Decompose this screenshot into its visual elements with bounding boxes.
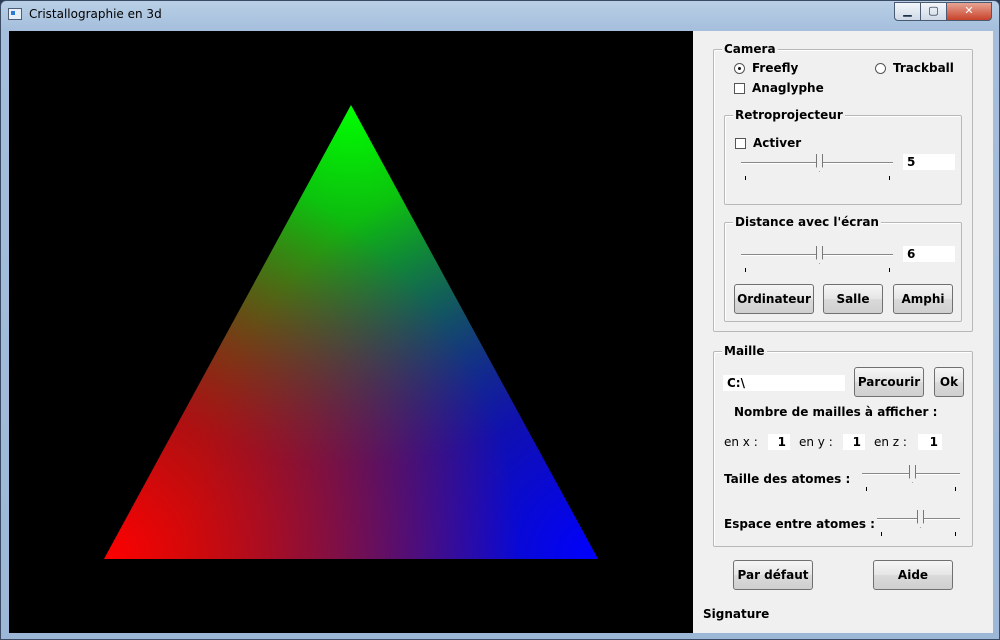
slider-tick <box>889 268 890 272</box>
distance-group: Distance avec l'écran 6 Ordinateur Salle… <box>724 215 962 322</box>
maille-group-title: Maille <box>722 344 767 358</box>
taille-slider-thumb[interactable] <box>909 465 916 483</box>
slider-tick <box>745 268 746 272</box>
title-bar: Cristallographie en 3d ▁ ▢ ✕ <box>1 1 999 31</box>
maximize-button[interactable]: ▢ <box>920 2 947 21</box>
slider-tick <box>955 487 956 491</box>
camera-group: Camera Freefly Trackball Anaglyphe Retro… <box>713 42 973 332</box>
espace-slider-thumb[interactable] <box>917 510 924 528</box>
amphi-button[interactable]: Amphi <box>893 284 953 314</box>
ordinateur-button[interactable]: Ordinateur <box>734 284 814 314</box>
par-defaut-button[interactable]: Par défaut <box>733 560 813 590</box>
y-value-field[interactable]: 1 <box>843 434 865 450</box>
control-panel: Camera Freefly Trackball Anaglyphe Retro… <box>693 31 993 633</box>
z-value-field[interactable]: 1 <box>918 434 942 450</box>
slider-tick <box>745 176 746 180</box>
window-title: Cristallographie en 3d <box>29 7 162 21</box>
signature-label: Signature <box>703 607 770 621</box>
count-label: Nombre de mailles à afficher : <box>734 405 938 419</box>
slider-tick <box>866 487 867 491</box>
close-button[interactable]: ✕ <box>946 2 992 21</box>
espace-label: Espace entre atomes : <box>724 517 875 531</box>
distance-value-field[interactable]: 6 <box>903 246 955 262</box>
app-window: Cristallographie en 3d ▁ ▢ ✕ Camera Free… <box>0 0 1000 640</box>
minimize-button[interactable]: ▁ <box>894 2 921 21</box>
camera-group-title: Camera <box>722 42 778 56</box>
activer-label: Activer <box>753 136 802 150</box>
ok-button[interactable]: Ok <box>934 367 964 397</box>
x-value-field[interactable]: 1 <box>768 434 790 450</box>
anaglyphe-checkbox[interactable] <box>734 83 745 94</box>
maille-group: Maille C:\ Parcourir Ok Nombre de maille… <box>713 344 973 547</box>
retroprojecteur-group: Retroprojecteur Activer 5 <box>724 108 962 205</box>
anaglyphe-label: Anaglyphe <box>752 81 824 95</box>
slider-tick <box>955 532 956 536</box>
path-input[interactable]: C:\ <box>723 375 845 391</box>
taille-label: Taille des atomes : <box>724 472 851 486</box>
x-label: en x : <box>724 435 758 449</box>
opengl-viewport[interactable] <box>9 31 693 633</box>
parcourir-button[interactable]: Parcourir <box>854 367 924 397</box>
rgb-triangle <box>104 105 598 559</box>
distance-slider-thumb[interactable] <box>816 246 823 264</box>
slider-tick <box>889 176 890 180</box>
client-area: Camera Freefly Trackball Anaglyphe Retro… <box>9 31 993 633</box>
freefly-radio[interactable] <box>734 63 745 74</box>
retroprojecteur-group-title: Retroprojecteur <box>733 108 845 122</box>
freefly-label: Freefly <box>752 61 799 75</box>
salle-button[interactable]: Salle <box>823 284 883 314</box>
slider-tick <box>881 532 882 536</box>
distance-group-title: Distance avec l'écran <box>733 215 881 229</box>
trackball-radio[interactable] <box>875 63 886 74</box>
aide-button[interactable]: Aide <box>873 560 953 590</box>
z-label: en z : <box>874 435 907 449</box>
y-label: en y : <box>799 435 833 449</box>
retroprojecteur-slider-thumb[interactable] <box>816 154 823 172</box>
retroprojecteur-value-field[interactable]: 5 <box>903 154 955 170</box>
app-icon <box>8 8 22 20</box>
activer-checkbox[interactable] <box>735 138 746 149</box>
trackball-label: Trackball <box>893 61 954 75</box>
